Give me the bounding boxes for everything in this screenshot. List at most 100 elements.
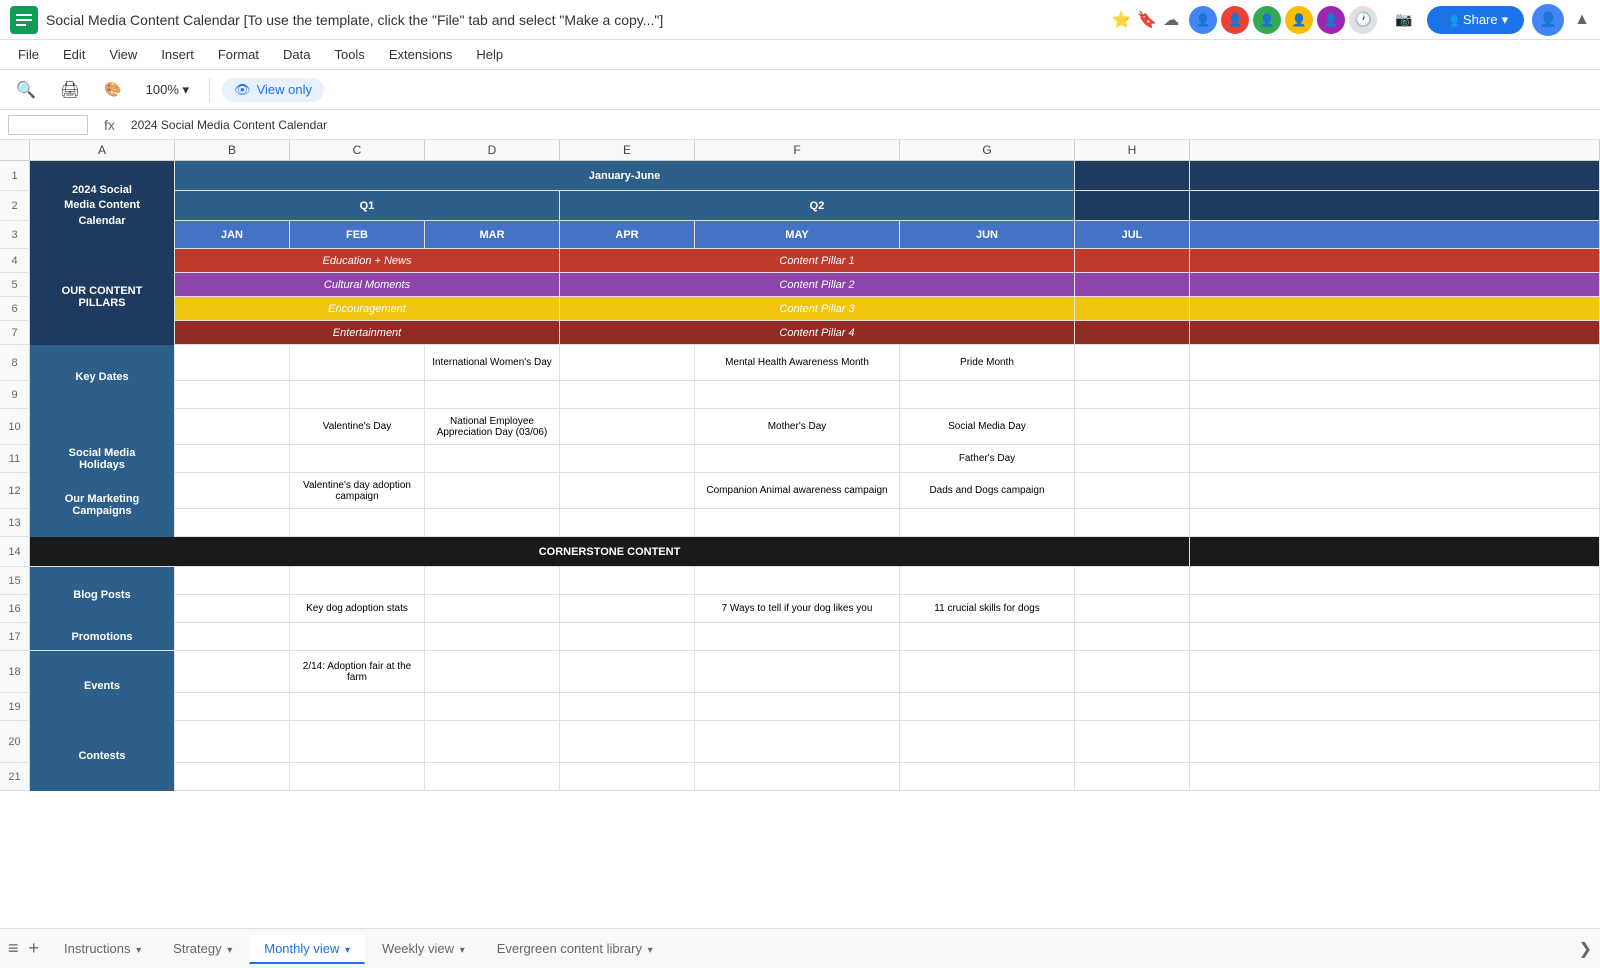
cell-h18[interactable]	[1075, 651, 1190, 692]
cell-e11[interactable]	[560, 445, 695, 472]
cell-f13[interactable]	[695, 509, 900, 536]
camera-icon[interactable]: 📷	[1387, 7, 1420, 32]
cell-d11[interactable]	[425, 445, 560, 472]
cell-e13[interactable]	[560, 509, 695, 536]
cell-a8[interactable]: Key Dates	[30, 345, 175, 409]
cell-c15[interactable]	[290, 567, 425, 594]
cell-g15[interactable]	[900, 567, 1075, 594]
cell-a4[interactable]: OUR CONTENT PILLARS	[30, 249, 175, 345]
tab-evergreen-library[interactable]: Evergreen content library ▾	[482, 934, 668, 963]
menu-extensions[interactable]: Extensions	[379, 43, 463, 66]
menu-help[interactable]: Help	[466, 43, 513, 66]
cell-e10[interactable]	[560, 409, 695, 444]
cell-e2[interactable]: Q2	[560, 191, 1075, 220]
cell-b13[interactable]	[175, 509, 290, 536]
cell-h17[interactable]	[1075, 623, 1190, 650]
cell-h8[interactable]	[1075, 345, 1190, 380]
cell-c8[interactable]	[290, 345, 425, 380]
tab-strategy[interactable]: Strategy ▾	[158, 934, 247, 963]
cell-e6[interactable]: Content Pillar 3	[560, 297, 1075, 320]
search-icon[interactable]: 🔍	[8, 76, 44, 104]
cell-reference[interactable]: A1:A3	[8, 115, 88, 135]
cloud-icon[interactable]: ☁	[1163, 10, 1179, 30]
share-button[interactable]: 👥 Share ▾	[1427, 6, 1524, 34]
cell-h10[interactable]	[1075, 409, 1190, 444]
cell-a12[interactable]: Our Marketing Campaigns	[30, 473, 175, 537]
cell-b16[interactable]	[175, 595, 290, 622]
menu-edit[interactable]: Edit	[53, 43, 95, 66]
history-icon[interactable]: 🕐	[1349, 6, 1377, 34]
cell-g8[interactable]: Pride Month	[900, 345, 1075, 380]
cell-g18[interactable]	[900, 651, 1075, 692]
cell-b20[interactable]	[175, 721, 290, 762]
cell-g10[interactable]: Social Media Day	[900, 409, 1075, 444]
cell-e17[interactable]	[560, 623, 695, 650]
cell-c12[interactable]: Valentine's day adoption campaign	[290, 473, 425, 508]
cell-b9[interactable]	[175, 381, 290, 408]
col-header-h[interactable]: H	[1075, 140, 1190, 160]
cell-d12[interactable]	[425, 473, 560, 508]
cell-f17[interactable]	[695, 623, 900, 650]
cell-g21[interactable]	[900, 763, 1075, 790]
cell-e8[interactable]	[560, 345, 695, 380]
cell-h6[interactable]	[1075, 297, 1190, 320]
tab-instructions[interactable]: Instructions ▾	[49, 934, 156, 963]
cell-a15[interactable]: Blog Posts	[30, 567, 175, 623]
cell-b12[interactable]	[175, 473, 290, 508]
menu-file[interactable]: File	[8, 43, 49, 66]
cell-e16[interactable]	[560, 595, 695, 622]
cell-h20[interactable]	[1075, 721, 1190, 762]
collapse-icon[interactable]: ▲	[1574, 11, 1590, 29]
cell-e7[interactable]: Content Pillar 4	[560, 321, 1075, 344]
cell-a17[interactable]: Promotions	[30, 623, 175, 650]
cell-c9[interactable]	[290, 381, 425, 408]
cell-d9[interactable]	[425, 381, 560, 408]
col-header-g[interactable]: G	[900, 140, 1075, 160]
cell-e21[interactable]	[560, 763, 695, 790]
cell-h7[interactable]	[1075, 321, 1190, 344]
cell-d13[interactable]	[425, 509, 560, 536]
cell-h11[interactable]	[1075, 445, 1190, 472]
cell-d10[interactable]: National Employee Appreciation Day (03/0…	[425, 409, 560, 444]
cell-f16[interactable]: 7 Ways to tell if your dog likes you	[695, 595, 900, 622]
cell-f3[interactable]: MAY	[695, 221, 900, 248]
cell-h16[interactable]	[1075, 595, 1190, 622]
menu-view[interactable]: View	[99, 43, 147, 66]
cell-e18[interactable]	[560, 651, 695, 692]
col-header-f[interactable]: F	[695, 140, 900, 160]
cell-f20[interactable]	[695, 721, 900, 762]
cell-b8[interactable]	[175, 345, 290, 380]
cell-f15[interactable]	[695, 567, 900, 594]
cell-d17[interactable]	[425, 623, 560, 650]
cell-h5[interactable]	[1075, 273, 1190, 296]
cell-f11[interactable]	[695, 445, 900, 472]
cell-d21[interactable]	[425, 763, 560, 790]
cell-b11[interactable]	[175, 445, 290, 472]
cell-h12[interactable]	[1075, 473, 1190, 508]
bookmark-icon[interactable]: 🔖	[1137, 10, 1157, 30]
cell-b17[interactable]	[175, 623, 290, 650]
tab-monthly-view[interactable]: Monthly view ▾	[249, 934, 365, 964]
menu-tools[interactable]: Tools	[324, 43, 374, 66]
cell-d8[interactable]: International Women's Day	[425, 345, 560, 380]
cell-b4[interactable]: Education + News	[175, 249, 560, 272]
col-header-d[interactable]: D	[425, 140, 560, 160]
cell-h15[interactable]	[1075, 567, 1190, 594]
cell-f10[interactable]: Mother's Day	[695, 409, 900, 444]
paint-format-icon[interactable]: 🎨	[96, 77, 129, 102]
cell-a1[interactable]: 2024 Social Media Content Calendar	[30, 161, 175, 251]
cell-c13[interactable]	[290, 509, 425, 536]
cell-a14[interactable]: CORNERSTONE CONTENT	[30, 537, 1190, 566]
cell-b15[interactable]	[175, 567, 290, 594]
cell-e3[interactable]: APR	[560, 221, 695, 248]
cell-d16[interactable]	[425, 595, 560, 622]
cell-g19[interactable]	[900, 693, 1075, 720]
star-icon[interactable]: ⭐	[1111, 10, 1131, 30]
menu-insert[interactable]: Insert	[151, 43, 204, 66]
cell-d18[interactable]	[425, 651, 560, 692]
cell-g16[interactable]: 11 crucial skills for dogs	[900, 595, 1075, 622]
cell-g17[interactable]	[900, 623, 1075, 650]
cell-e9[interactable]	[560, 381, 695, 408]
cell-d15[interactable]	[425, 567, 560, 594]
cell-b18[interactable]	[175, 651, 290, 692]
